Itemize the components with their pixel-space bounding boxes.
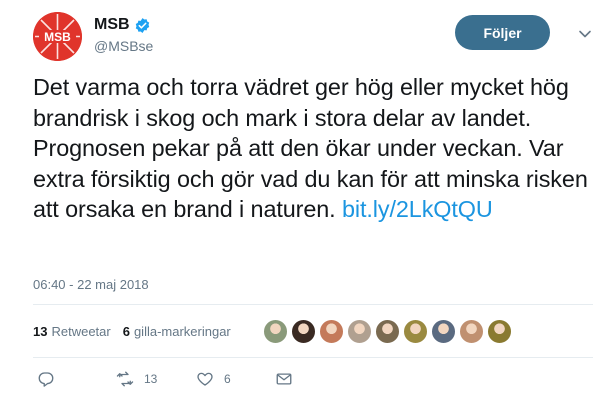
liker-avatar[interactable] <box>459 319 484 344</box>
account-handle[interactable]: @MSBse <box>94 38 153 54</box>
envelope-icon <box>276 373 292 385</box>
avatar[interactable]: MSB <box>33 12 82 61</box>
tweet-text: Det varma och torra vädret ger hög eller… <box>33 72 593 225</box>
liker-avatar[interactable] <box>319 319 344 344</box>
tweet-link[interactable]: bit.ly/2LkQtQU <box>342 196 493 222</box>
direct-message-button[interactable] <box>275 370 293 388</box>
liker-avatar[interactable] <box>375 319 400 344</box>
liker-avatar[interactable] <box>291 319 316 344</box>
liker-avatar[interactable] <box>263 319 288 344</box>
retweets-label: Retweetar <box>51 324 111 339</box>
tweet-stats: 13 Retweetar 6 gilla-markeringar <box>33 324 243 339</box>
verified-badge-icon <box>135 17 149 33</box>
chevron-down-icon[interactable] <box>577 26 593 42</box>
account-names: MSB @MSBse <box>94 15 153 54</box>
tweet-actions: 13 6 <box>37 370 337 390</box>
liker-avatar[interactable] <box>347 319 372 344</box>
retweet-count: 13 <box>144 372 158 386</box>
following-button[interactable]: Följer <box>455 15 550 50</box>
retweet-icon <box>116 371 134 387</box>
reply-icon <box>38 372 54 387</box>
liker-avatar[interactable] <box>487 319 512 344</box>
divider <box>33 357 593 358</box>
liker-avatar[interactable] <box>431 319 456 344</box>
heart-icon <box>197 372 213 386</box>
retweets-stat[interactable]: 13 Retweetar <box>33 324 111 339</box>
liker-avatar[interactable] <box>403 319 428 344</box>
like-button[interactable]: 6 <box>196 370 231 388</box>
retweets-count: 13 <box>33 324 48 339</box>
divider <box>33 304 593 305</box>
likes-stat[interactable]: 6 gilla-markeringar <box>123 324 231 339</box>
liker-avatars <box>263 319 515 344</box>
likes-label: gilla-markeringar <box>133 324 231 339</box>
tweet-timestamp[interactable]: 06:40 - 22 maj 2018 <box>33 277 149 292</box>
likes-count: 6 <box>122 324 130 339</box>
retweet-button[interactable]: 13 <box>116 370 157 388</box>
tweet-body: Det varma och torra vädret ger hög eller… <box>33 74 588 223</box>
msb-logo-icon: MSB <box>33 12 82 61</box>
display-name[interactable]: MSB <box>94 16 130 34</box>
reply-button[interactable] <box>37 370 55 388</box>
tweet-header: MSB MSB @MSBse Följer <box>33 12 593 61</box>
avatar-text: MSB <box>44 30 71 44</box>
like-count: 6 <box>224 372 231 386</box>
